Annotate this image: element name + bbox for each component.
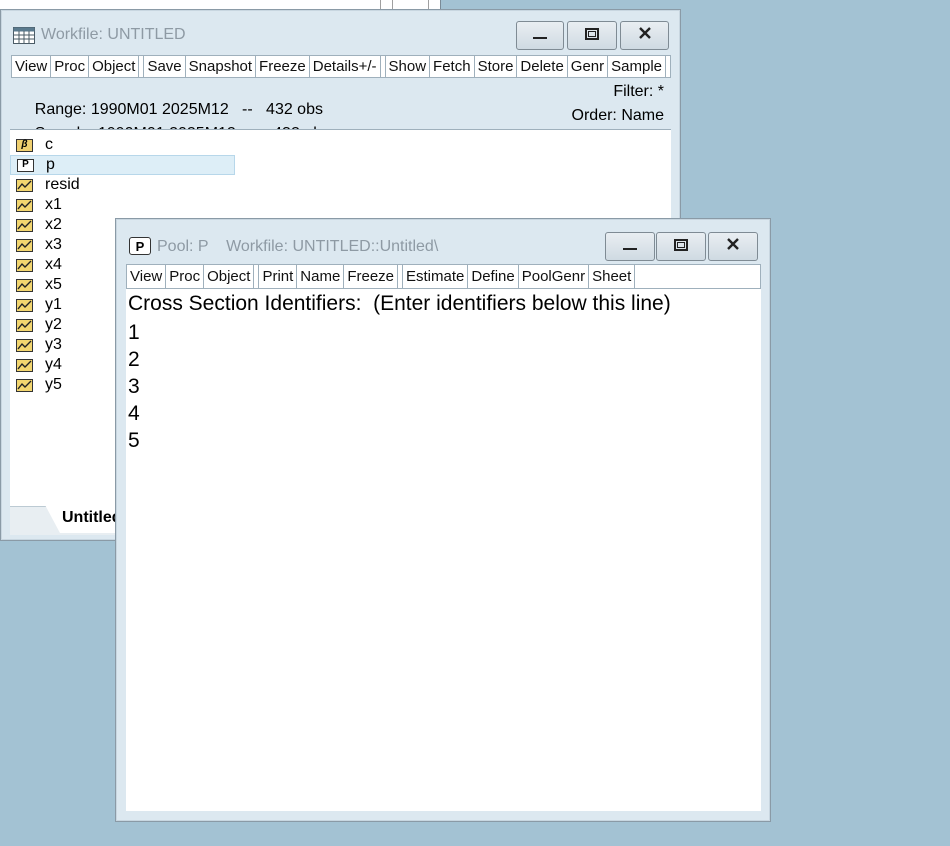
pool-spec-editor[interactable]: Cross Section Identifiers: (Enter identi… [126, 289, 761, 811]
series-icon [16, 198, 33, 212]
workfile-order[interactable]: Order: Name [572, 107, 664, 125]
workfile-toolbar-freeze-button[interactable]: Freeze [256, 56, 310, 77]
series-icon [16, 218, 33, 232]
workfile-toolbar-delete-button[interactable]: Delete [517, 56, 568, 77]
object-name: x2 [45, 216, 62, 233]
series-icon [16, 358, 33, 372]
workfile-title: Workfile: UNTITLED [41, 26, 186, 43]
pool-toolbar-sheet-button[interactable]: Sheet [589, 265, 636, 288]
workfile-tab-label: Untitled [62, 509, 122, 526]
pool-minimize-button[interactable] [605, 232, 655, 261]
pool-identifier-list: 12345 [128, 319, 140, 454]
series-icon [16, 378, 33, 392]
object-name: y5 [45, 376, 62, 393]
workfile-object-c[interactable]: βc [10, 135, 53, 155]
maximize-icon [585, 27, 599, 45]
workfile-toolbar-snapshot-button[interactable]: Snapshot [186, 56, 257, 77]
workfile-object-x2[interactable]: x2 [10, 215, 62, 235]
object-name: y4 [45, 356, 62, 373]
pool-toolbar-poolgenr-button[interactable]: PoolGenr [519, 265, 590, 288]
workfile-object-x3[interactable]: x3 [10, 235, 62, 255]
pool-toolbar-view-button[interactable]: View [127, 265, 167, 288]
pool-icon: P [129, 237, 151, 255]
series-icon [16, 298, 33, 312]
pool-identifier[interactable]: 2 [128, 346, 140, 373]
object-name: y2 [45, 316, 62, 333]
coef-icon: β [16, 138, 33, 152]
workfile-filter[interactable]: Filter: * [613, 83, 664, 101]
pool-identifier[interactable]: 1 [128, 319, 140, 346]
close-icon [726, 237, 740, 256]
workfile-toolbar-save-button[interactable]: Save [143, 56, 186, 77]
pool-toolbar-estimate-button[interactable]: Estimate [402, 265, 469, 288]
workfile-grid-icon [13, 27, 35, 44]
series-icon [16, 338, 33, 352]
workfile-titlebar[interactable]: Workfile: UNTITLED [1, 10, 680, 54]
workfile-toolbar-view-button[interactable]: View [12, 56, 52, 77]
pool-close-button[interactable] [708, 232, 758, 261]
pool-toolbar-name-button[interactable]: Name [297, 265, 345, 288]
pool-toolbar-proc-button[interactable]: Proc [166, 265, 205, 288]
series-icon [16, 258, 33, 272]
pool-identifier[interactable]: 4 [128, 400, 140, 427]
pool-maximize-button[interactable] [656, 232, 706, 261]
workfile-maximize-button[interactable] [567, 21, 617, 50]
object-name: y1 [45, 296, 62, 313]
series-icon [16, 318, 33, 332]
workfile-toolbar-fetch-button[interactable]: Fetch [430, 56, 475, 77]
pool-identifier[interactable]: 5 [128, 427, 140, 454]
pool-toolbar-print-button[interactable]: Print [258, 265, 298, 288]
object-name: x1 [45, 196, 62, 213]
pool-icon: P [17, 158, 34, 172]
workfile-toolbar-details--button[interactable]: Details+/- [310, 56, 381, 77]
pool-title: Pool: P Workfile: UNTITLED::Untitled\ [157, 238, 439, 255]
pool-toolbar-object-button[interactable]: Object [204, 265, 255, 288]
workfile-object-y1[interactable]: y1 [10, 295, 62, 315]
workfile-object-x1[interactable]: x1 [10, 195, 62, 215]
workfile-object-y5[interactable]: y5 [10, 375, 62, 395]
pool-header-line: Cross Section Identifiers: (Enter identi… [128, 292, 671, 315]
object-name: x5 [45, 276, 62, 293]
maximize-icon [674, 238, 688, 256]
close-icon [638, 26, 652, 45]
pool-window[interactable]: P Pool: P Workfile: UNTITLED::Untitled\ … [115, 218, 771, 822]
minimize-icon [623, 238, 637, 256]
workfile-minimize-button[interactable] [516, 21, 564, 50]
object-name: x3 [45, 236, 62, 253]
object-name: resid [45, 176, 80, 193]
workfile-toolbar-show-button[interactable]: Show [384, 56, 431, 77]
series-icon [16, 238, 33, 252]
object-name: c [45, 136, 53, 153]
object-name: y3 [45, 336, 62, 353]
workfile-object-x4[interactable]: x4 [10, 255, 62, 275]
series-icon [16, 278, 33, 292]
workfile-toolbar-store-button[interactable]: Store [475, 56, 518, 77]
object-name: x4 [45, 256, 62, 273]
workfile-toolbar-proc-button[interactable]: Proc [51, 56, 90, 77]
pool-identifier[interactable]: 3 [128, 373, 140, 400]
workfile-object-resid[interactable]: resid [10, 175, 80, 195]
series-icon [16, 178, 33, 192]
minimize-icon [533, 27, 547, 45]
workfile-object-x5[interactable]: x5 [10, 275, 62, 295]
workfile-toolbar: View Proc Object Save Snapshot Freeze Details+… [11, 55, 671, 78]
pool-titlebar[interactable]: P Pool: P Workfile: UNTITLED::Untitled\ [116, 219, 770, 263]
workfile-toolbar-object-button[interactable]: Object [89, 56, 140, 77]
pool-toolbar-define-button[interactable]: Define [468, 265, 519, 288]
pool-toolbar: View Proc Object Print Name Freeze Estimate Def… [126, 264, 761, 289]
object-name: p [46, 156, 55, 173]
workfile-object-y3[interactable]: y3 [10, 335, 62, 355]
workfile-object-y2[interactable]: y2 [10, 315, 62, 335]
workfile-object-p[interactable]: Pp [10, 155, 235, 175]
workfile-object-y4[interactable]: y4 [10, 355, 62, 375]
pool-toolbar-freeze-button[interactable]: Freeze [344, 265, 398, 288]
workfile-close-button[interactable] [620, 21, 669, 50]
workfile-toolbar-sample-button[interactable]: Sample [608, 56, 666, 77]
workfile-toolbar-genr-button[interactable]: Genr [568, 56, 609, 77]
